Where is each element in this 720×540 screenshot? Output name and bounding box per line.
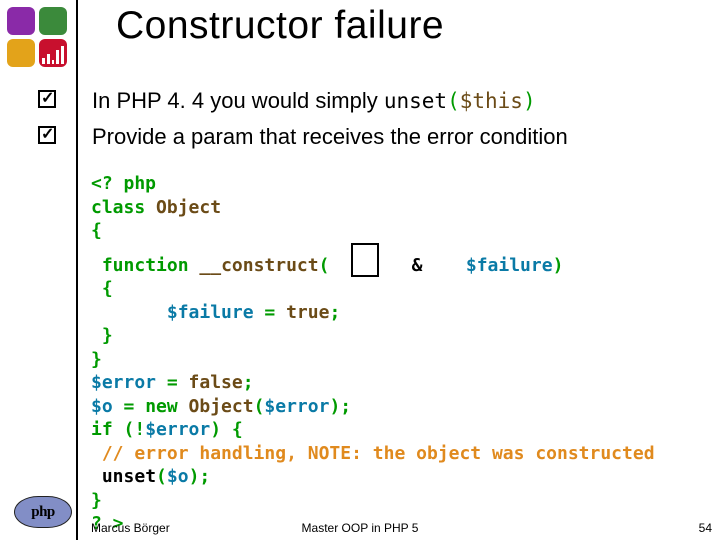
- t: $error: [264, 396, 329, 417]
- t: );: [189, 466, 211, 487]
- t: }: [91, 490, 102, 511]
- logo-square-green: [39, 7, 67, 35]
- t: ;: [329, 302, 340, 323]
- t: // error handling, NOTE: the object was …: [102, 443, 655, 464]
- code-line: <? php: [91, 173, 156, 194]
- logo-square-yellow: [7, 39, 35, 67]
- code-inline: (: [447, 89, 460, 113]
- logo-grid: [6, 6, 72, 72]
- logo-square-purple: [7, 7, 35, 35]
- t: }: [91, 349, 102, 370]
- logo-square-red: [39, 39, 67, 67]
- text: In PHP 4. 4 you would simply: [92, 88, 384, 113]
- t: function: [102, 255, 200, 276]
- code-inline: ): [523, 89, 536, 113]
- footer-title: Master OOP in PHP 5: [0, 521, 720, 535]
- t: Object: [189, 396, 254, 417]
- t: class: [91, 197, 156, 218]
- t: {: [102, 278, 113, 299]
- t: $error: [91, 372, 167, 393]
- t: );: [329, 396, 351, 417]
- t: =: [264, 302, 286, 323]
- t: (: [319, 255, 330, 276]
- t: (: [254, 396, 265, 417]
- t: =: [167, 372, 189, 393]
- t: Object: [156, 197, 221, 218]
- code-inline: unset: [384, 89, 447, 113]
- slide: php Constructor failure In PHP 4. 4 you …: [0, 0, 720, 540]
- t: true: [286, 302, 329, 323]
- t: }: [102, 325, 113, 346]
- t: $failure: [167, 302, 265, 323]
- code-block: <? php class Object { function __constru…: [91, 172, 709, 536]
- footer-page-number: 54: [699, 521, 712, 535]
- bars-icon: [42, 42, 64, 64]
- t: $error: [145, 419, 210, 440]
- t: ) {: [210, 419, 243, 440]
- t: unset: [102, 466, 156, 487]
- t: (: [156, 466, 167, 487]
- t: &: [412, 255, 423, 276]
- t: ): [553, 255, 564, 276]
- code-inline: $this: [460, 89, 523, 113]
- checkbox-icon: [38, 126, 56, 144]
- t: if (!: [91, 419, 145, 440]
- t: ;: [243, 372, 254, 393]
- t: {: [91, 220, 102, 241]
- bullet-item: Provide a param that receives the error …: [38, 124, 698, 156]
- t: false: [189, 372, 243, 393]
- t: $failure: [466, 255, 553, 276]
- bullet-list: In PHP 4. 4 you would simply unset($this…: [38, 88, 698, 160]
- t: = new: [124, 396, 189, 417]
- t: $o: [167, 466, 189, 487]
- bullet-text: Provide a param that receives the error …: [92, 124, 568, 150]
- t: __construct: [199, 255, 318, 276]
- t: $o: [91, 396, 124, 417]
- checkbox-icon: [38, 90, 56, 108]
- left-sidebar: php: [0, 0, 78, 540]
- bullet-text: In PHP 4. 4 you would simply unset($this…: [92, 88, 536, 114]
- slide-title: Constructor failure: [116, 4, 696, 48]
- bullet-item: In PHP 4. 4 you would simply unset($this…: [38, 88, 698, 120]
- placeholder-glyph: [351, 243, 379, 277]
